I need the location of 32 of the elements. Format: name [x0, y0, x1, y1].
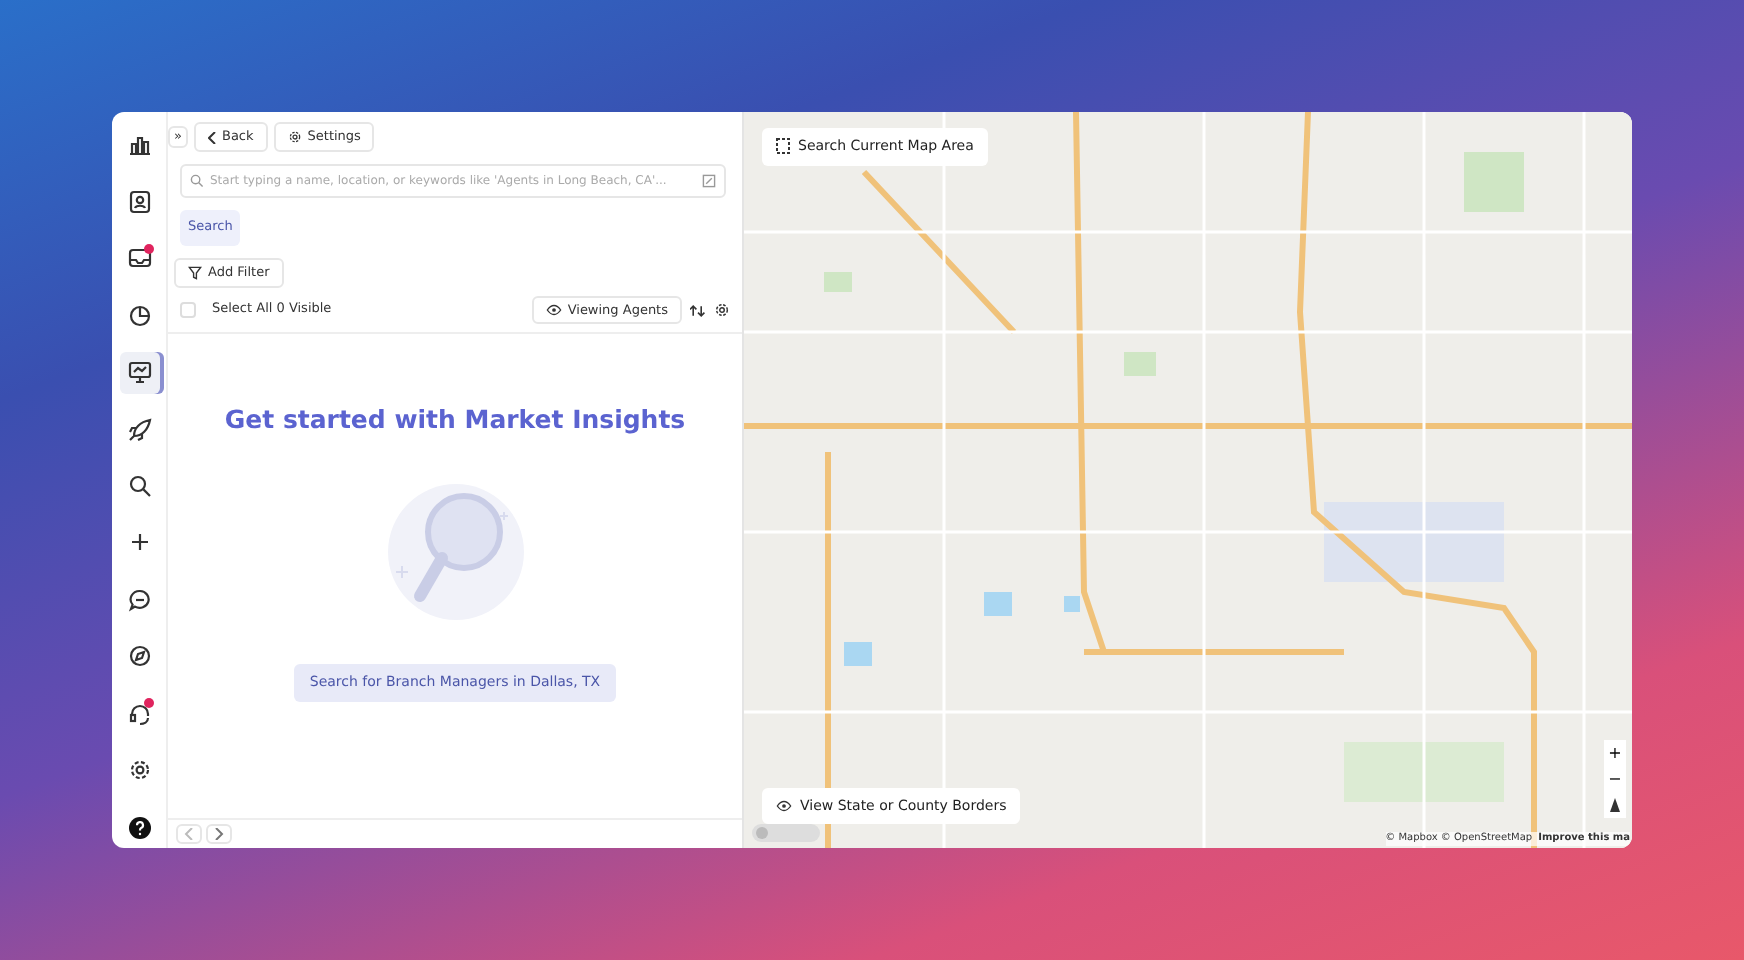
settings-icon[interactable]	[714, 302, 730, 318]
settings-icon	[127, 758, 151, 783]
sidebar-item[interactable]	[119, 351, 159, 394]
contact-card-icon	[127, 189, 151, 214]
help-icon	[127, 815, 151, 840]
monitor-icon	[127, 360, 151, 385]
compass-button[interactable]	[1604, 792, 1626, 818]
filter-icon	[188, 265, 202, 280]
eye-icon	[776, 799, 792, 812]
headset-icon	[127, 701, 151, 726]
eye-icon	[545, 304, 562, 316]
map-logo-icon	[752, 824, 820, 842]
chat-bubble-icon	[127, 587, 151, 612]
bar-chart-icon	[127, 132, 151, 157]
inbox-icon	[127, 246, 151, 271]
plus-icon	[127, 530, 151, 555]
north-arrow-icon	[1610, 797, 1620, 812]
rocket-icon	[127, 417, 151, 442]
edit-icon[interactable]	[702, 174, 716, 188]
chevron-left-icon	[184, 828, 194, 840]
selection-icon	[776, 138, 790, 155]
next-page-button[interactable]	[206, 824, 232, 844]
search-icon	[127, 473, 151, 498]
compass-icon	[127, 644, 151, 669]
select-all-checkbox[interactable]	[180, 302, 196, 318]
pie-chart-icon	[127, 303, 151, 328]
empty-state-title: Get started with Market Insights	[224, 402, 686, 439]
sort-icon[interactable]	[690, 303, 706, 317]
settings-icon	[287, 130, 302, 144]
chevron-right-icon	[214, 828, 224, 840]
chevron-left-icon	[207, 131, 216, 143]
search-icon	[190, 174, 204, 188]
